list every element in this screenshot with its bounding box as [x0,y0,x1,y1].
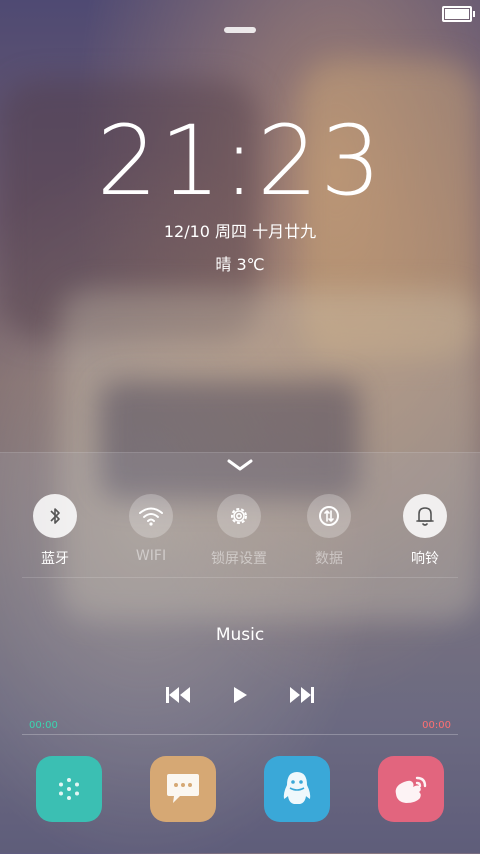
bluetooth-icon [33,494,77,538]
app-drawer-button[interactable] [36,756,102,822]
remaining-time: 00:00 [422,720,451,731]
previous-icon [166,687,190,703]
play-icon [234,687,247,703]
weather-text: 晴 3℃ [215,255,265,274]
previous-track-button[interactable] [158,682,198,708]
elapsed-time: 00:00 [29,720,58,731]
clock-hour: 21 [96,105,223,217]
toggle-wifi[interactable]: WIFI [111,494,191,564]
mobile-data-icon [307,494,351,538]
next-track-button[interactable] [282,682,322,708]
music-progress-bar[interactable] [22,734,458,735]
play-button[interactable] [220,682,260,708]
toggle-label: 蓝牙 [41,551,69,567]
toggle-label: WIFI [135,548,167,564]
bell-icon [403,494,447,538]
battery-full-icon [442,6,475,22]
toggle-label: 响铃 [411,551,439,567]
messages-app-button[interactable] [150,756,216,822]
weibo-app-button[interactable] [378,756,444,822]
app-drawer-icon [59,778,79,800]
toggle-mobile-data[interactable]: 数据 [289,494,369,568]
clock-separator: : [222,105,258,217]
gear-icon [217,494,261,538]
divider [22,577,458,578]
weibo-icon [395,776,427,803]
music-title: Music [215,625,265,645]
lock-clock: 21:23 [0,113,480,209]
wifi-icon [129,494,173,538]
clock-minute: 23 [257,105,384,217]
toggle-ringer[interactable]: 响铃 [385,494,465,568]
toggle-label: 锁屏设置 [211,551,267,567]
messages-icon [167,774,199,803]
chevron-down-icon[interactable] [226,458,254,472]
toggle-bluetooth[interactable]: 蓝牙 [15,494,95,568]
toggle-lockscreen-settings[interactable]: 锁屏设置 [199,494,279,568]
date-text: 12/10 周四 十月廿九 [163,222,317,241]
qq-app-button[interactable] [264,756,330,822]
toggle-label: 数据 [315,551,343,567]
pull-down-handle[interactable] [224,27,256,33]
next-icon [290,687,314,703]
qq-penguin-icon [283,772,311,804]
